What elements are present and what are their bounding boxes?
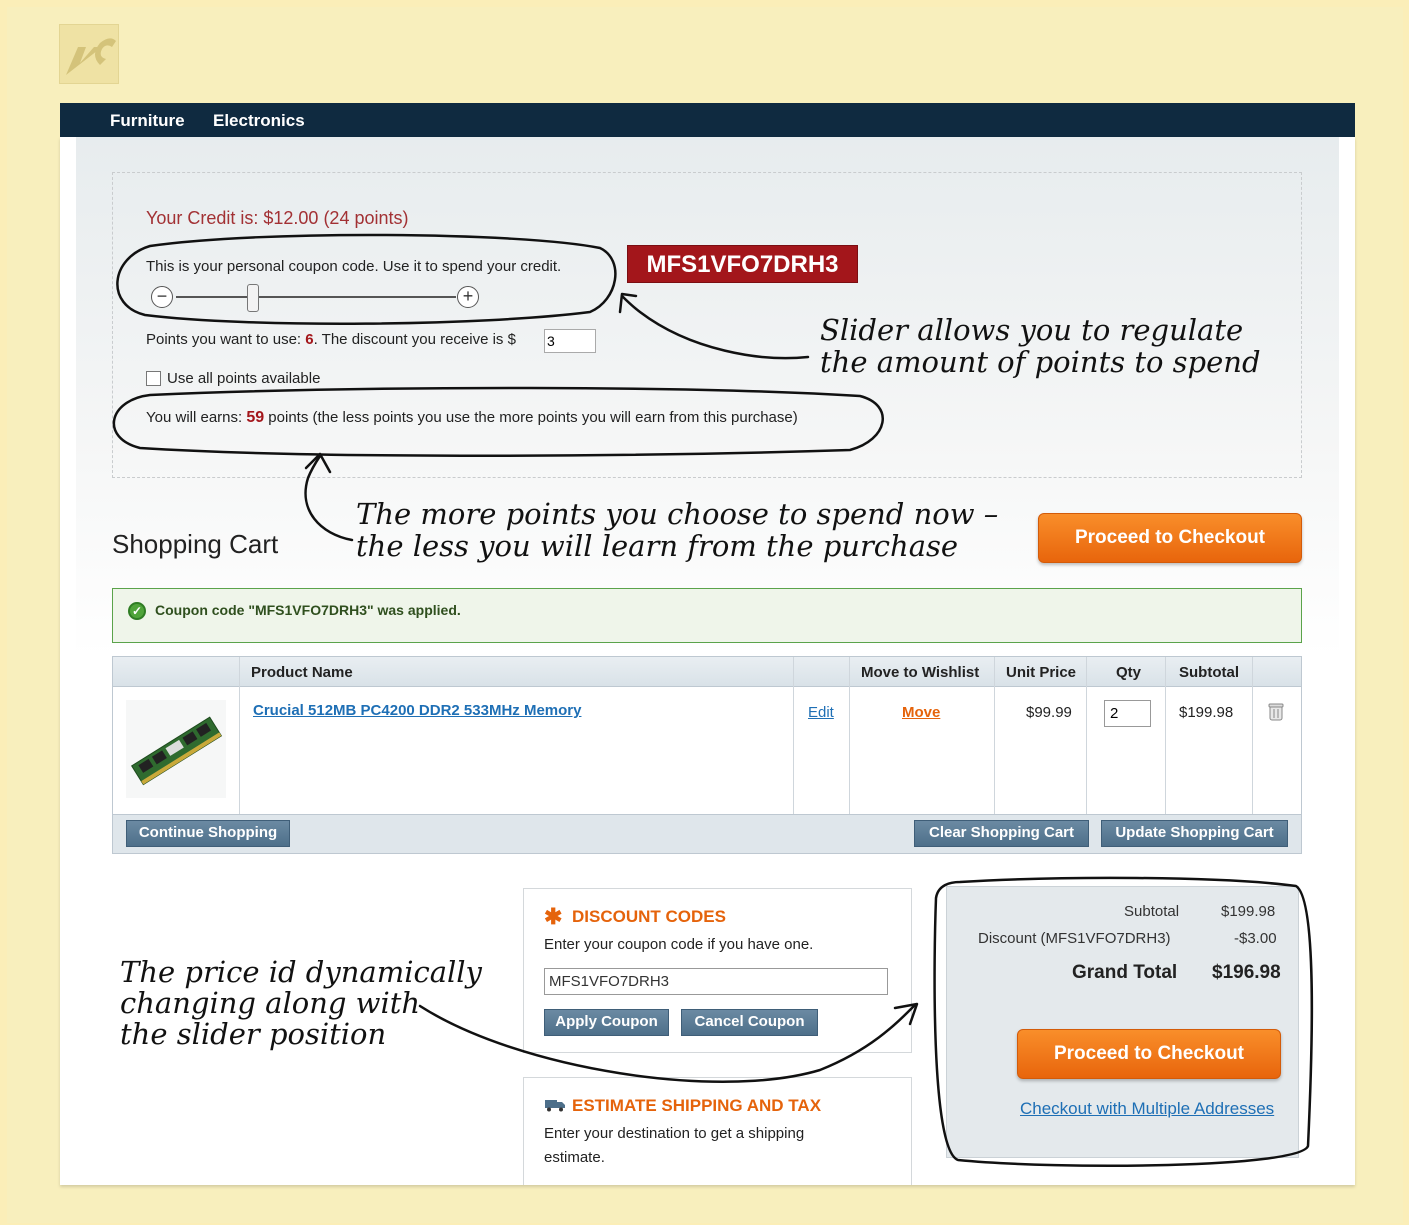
grand-total-value: $196.98 [1212, 962, 1281, 983]
top-navigation: Furniture Electronics [60, 103, 1355, 137]
annotation-points-1: The more points you choose to spend now … [356, 497, 999, 531]
memory-module-icon [131, 716, 223, 786]
row-subtotal: $199.98 [1179, 704, 1234, 721]
slider-plus-button[interactable]: + [457, 286, 479, 308]
annotation-price-1: The price id dynamically [120, 955, 482, 989]
points-prefix: Points you want to use: [146, 331, 306, 348]
update-shopping-cart-button[interactable]: Update Shopping Cart [1101, 820, 1288, 847]
move-to-wishlist-link[interactable]: Move [902, 704, 940, 721]
success-message-text: Coupon code "MFS1VFO7DRH3" was applied. [155, 602, 461, 618]
col-divider [849, 657, 850, 814]
discount-label: Discount (MFS1VFO7DRH3) [978, 930, 1171, 947]
points-to-use-line: Points you want to use: 6. The discount … [146, 331, 516, 348]
col-divider [793, 657, 794, 814]
cancel-coupon-button[interactable]: Cancel Coupon [681, 1009, 818, 1036]
col-divider [994, 657, 995, 814]
discount-amount-input[interactable] [544, 329, 596, 353]
earn-value: 59 [246, 409, 265, 426]
slider-minus-button[interactable]: − [151, 286, 173, 308]
credit-balance: Your Credit is: $12.00 (24 points) [146, 208, 409, 228]
column-header-move-to-wishlist: Move to Wishlist [861, 664, 980, 681]
discount-star-icon: ✱ [544, 904, 563, 929]
annotation-slider-2: the amount of points to spend [820, 345, 1261, 379]
proceed-to-checkout-button-top[interactable]: Proceed to Checkout [1038, 513, 1302, 563]
annotation-slider-1: Slider allows you to regulate [820, 313, 1244, 347]
estimate-shipping-text-1: Enter your destination to get a shipping [544, 1125, 805, 1142]
personal-coupon-code: MFS1VFO7DRH3 [627, 245, 858, 283]
col-divider [1086, 657, 1087, 814]
earn-prefix: You will earns: [146, 409, 247, 426]
estimate-shipping-text-2: estimate. [544, 1149, 605, 1166]
coupon-explanation: This is your personal coupon code. Use i… [146, 258, 562, 275]
col-divider [239, 657, 240, 814]
earn-suffix: points (the less points you use the more… [264, 409, 798, 426]
annotation-price-2: changing along with [120, 986, 421, 1020]
clear-shopping-cart-button[interactable]: Clear Shopping Cart [914, 820, 1089, 847]
continue-shopping-button[interactable]: Continue Shopping [126, 820, 290, 847]
annotation-price-3: the slider position [120, 1017, 387, 1051]
col-divider [1252, 657, 1253, 814]
subtotal-value: $199.98 [1221, 903, 1276, 920]
apply-coupon-button[interactable]: Apply Coupon [544, 1009, 669, 1036]
points-value: 6 [305, 331, 314, 348]
discount-codes-title: DISCOUNT CODES [572, 907, 726, 926]
product-name-link[interactable]: Crucial 512MB PC4200 DDR2 533MHz Memory [253, 702, 581, 719]
truck-icon [544, 1098, 566, 1117]
edit-item-link[interactable]: Edit [808, 704, 834, 721]
subtotal-label: Subtotal [1124, 903, 1180, 920]
use-all-points-label: Use all points available [167, 370, 321, 387]
points-slider-track[interactable] [176, 296, 456, 298]
product-image[interactable] [126, 700, 226, 798]
grand-total-label: Grand Total [1072, 962, 1178, 983]
trash-icon[interactable] [1267, 701, 1285, 721]
earn-points-line: You will earns: 59 points (the less poin… [146, 409, 798, 427]
discount-value: -$3.00 [1234, 930, 1277, 947]
points-mid: . The discount you receive is $ [313, 331, 516, 348]
nav-item-furniture[interactable]: Furniture [110, 111, 185, 131]
column-header-subtotal: Subtotal [1179, 664, 1239, 681]
column-header-product-name: Product Name [251, 664, 353, 681]
col-divider [1165, 657, 1166, 814]
unit-price: $99.99 [1026, 704, 1072, 721]
nav-item-electronics[interactable]: Electronics [213, 111, 305, 131]
use-all-points-checkbox[interactable] [146, 371, 161, 386]
quantity-input[interactable] [1104, 700, 1151, 727]
coupon-code-input[interactable] [544, 968, 888, 995]
discount-codes-text: Enter your coupon code if you have one. [544, 936, 814, 953]
column-header-unit-price: Unit Price [1006, 664, 1077, 681]
annotation-points-2: the less you will learn from the purchas… [356, 529, 959, 563]
checkout-multiple-addresses-link[interactable]: Checkout with Multiple Addresses [1020, 1099, 1274, 1119]
points-slider-handle[interactable] [247, 284, 259, 312]
column-header-qty: Qty [1116, 664, 1142, 681]
estimate-shipping-title: ESTIMATE SHIPPING AND TAX [572, 1096, 822, 1115]
proceed-to-checkout-button-bottom[interactable]: Proceed to Checkout [1017, 1029, 1281, 1079]
success-check-icon: ✓ [128, 602, 146, 620]
page-title: Shopping Cart [112, 529, 279, 559]
brand-logo [59, 24, 119, 84]
